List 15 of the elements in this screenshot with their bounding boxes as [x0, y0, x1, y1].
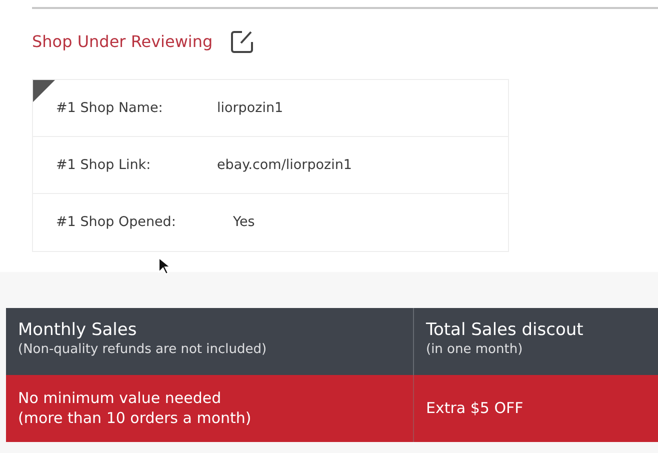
- header-title: Monthly Sales: [18, 320, 138, 340]
- field-value: ebay.com/liorpozin1: [217, 156, 352, 175]
- field-label: #1 Shop Opened:: [56, 213, 177, 232]
- table-cell: Extra $5 OFF: [413, 375, 658, 442]
- field-value: Yes: [233, 213, 255, 232]
- field-value: liorpozin1: [217, 98, 284, 118]
- field-label: #1 Shop Name:: [56, 98, 164, 118]
- table-cell: No minimum value needed (more than 10 orders a month): [6, 375, 413, 442]
- field-label: #1 Shop Link:: [56, 156, 152, 175]
- corner-mark-icon: [33, 80, 55, 102]
- header-subtitle: (Non-quality refunds are not included): [18, 341, 268, 360]
- edit-icon[interactable]: [228, 29, 255, 55]
- header-title: Total Sales discout: [426, 320, 584, 340]
- header-subtitle: (in one month): [426, 341, 524, 360]
- section-title: Shop Under Reviewing: [32, 31, 213, 53]
